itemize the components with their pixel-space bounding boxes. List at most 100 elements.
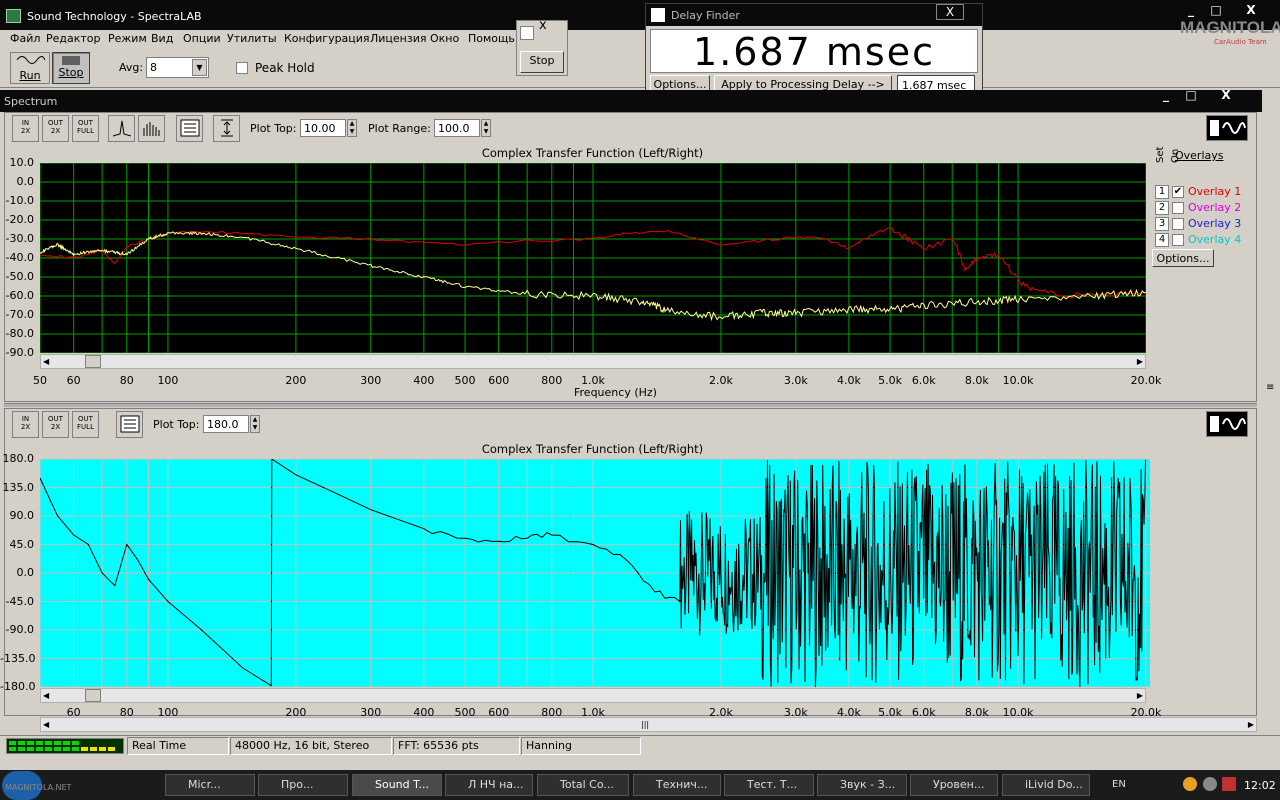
- magnitude-h-scrollbar[interactable]: ◀ ▶: [40, 354, 1146, 369]
- menu-configuration[interactable]: Конфигурация: [284, 32, 370, 45]
- avg-select[interactable]: 8 ▼: [146, 57, 209, 78]
- level-segment: [108, 747, 115, 751]
- delay-finder-window: Delay Finder X 1.687 msec Options... App…: [645, 3, 983, 98]
- spectrum-minimize[interactable]: _: [1155, 88, 1177, 103]
- maximize-button[interactable]: □: [1205, 3, 1227, 18]
- main-v-scrollbar[interactable]: ≡: [1262, 90, 1280, 730]
- overlay-checkbox[interactable]: ✔: [1172, 186, 1184, 198]
- overlay-options-button[interactable]: Options...: [1152, 249, 1214, 267]
- plot-top-input[interactable]: 10.00: [300, 119, 346, 137]
- phase-generator-icon[interactable]: [1206, 411, 1248, 437]
- plot-range-spinner[interactable]: ▲ ▼: [481, 119, 491, 137]
- x-tick-label: 60: [66, 374, 81, 387]
- generator-icon[interactable]: [1206, 115, 1248, 141]
- zoom-out-full-button[interactable]: OUT FULL: [72, 115, 99, 142]
- tray-icon-1[interactable]: [1183, 777, 1197, 791]
- main-scroll-right-icon[interactable]: ▶: [1248, 720, 1254, 729]
- scroll-right-icon[interactable]: ▶: [1137, 357, 1143, 366]
- spectrum-maximize[interactable]: □: [1180, 88, 1202, 103]
- v-scroll-grip[interactable]: ≡: [1266, 382, 1274, 393]
- taskbar-item[interactable]: Технич...: [633, 774, 721, 796]
- y-tick-label: -90.0: [5, 623, 34, 636]
- magnitude-chart[interactable]: [40, 163, 1146, 353]
- status-window: Hanning: [521, 737, 641, 755]
- bar-plot-button[interactable]: [138, 115, 165, 142]
- sine-wave-icon: [16, 56, 46, 64]
- x-tick-label: 300: [360, 374, 382, 387]
- taskbar-item[interactable]: Л НЧ на...: [445, 774, 533, 796]
- phase-scroll-right-icon[interactable]: ▶: [1137, 691, 1143, 700]
- y-tick-label: 180.0: [2, 452, 35, 465]
- level-segment: [45, 747, 52, 751]
- run-button[interactable]: Run: [10, 52, 50, 84]
- overlay-checkbox[interactable]: [1172, 234, 1184, 246]
- menu-view[interactable]: Вид: [151, 32, 173, 45]
- phase-zoom-out-button[interactable]: OUT 2X: [42, 411, 69, 438]
- overlay-set-button[interactable]: 4: [1155, 233, 1169, 247]
- zoom-full-factor: FULL: [77, 127, 94, 135]
- menu-window[interactable]: Окно: [430, 32, 459, 45]
- overlay-set-button[interactable]: 1: [1155, 185, 1169, 199]
- phase-scroll-left-icon[interactable]: ◀: [43, 691, 49, 700]
- taskbar-item[interactable]: Про...: [258, 774, 348, 796]
- overlay-checkbox[interactable]: [1172, 218, 1184, 230]
- menu-utilities[interactable]: Утилиты: [227, 32, 277, 45]
- level-segment: [36, 747, 43, 751]
- stop-button[interactable]: Stop: [52, 52, 90, 84]
- level-segment: [54, 747, 61, 751]
- autoscale-button[interactable]: [213, 115, 240, 142]
- taskbar-item[interactable]: Total Co...: [537, 774, 629, 796]
- phase-zoom-full-button[interactable]: OUT FULL: [72, 411, 99, 438]
- level-segment: [72, 741, 79, 745]
- phase-chart[interactable]: [40, 459, 1150, 687]
- peak-line-icon: [112, 120, 131, 137]
- menu-file[interactable]: Файл: [10, 32, 40, 45]
- taskbar-item[interactable]: Sound T...: [352, 774, 442, 796]
- close-button[interactable]: X: [1240, 3, 1262, 18]
- taskbar-item[interactable]: Звук - З...: [817, 774, 907, 796]
- scroll-left-icon[interactable]: ◀: [43, 357, 49, 366]
- phase-zoom-in-button[interactable]: IN 2X: [12, 411, 39, 438]
- line-plot-button[interactable]: [108, 115, 135, 142]
- stop-popup-button[interactable]: Stop: [520, 51, 564, 73]
- plot-properties-button[interactable]: [176, 115, 203, 142]
- pane-splitter[interactable]: [4, 403, 1257, 407]
- scroll-thumb[interactable]: [85, 355, 101, 368]
- taskbar-item[interactable]: iLivid Do...: [1002, 774, 1090, 796]
- level-segment: [36, 741, 43, 745]
- phase-scroll-thumb[interactable]: [85, 689, 101, 702]
- spectrum-close[interactable]: X: [1215, 88, 1237, 103]
- phase-h-scrollbar[interactable]: ◀ ▶: [40, 688, 1146, 703]
- overlay-set-button[interactable]: 2: [1155, 201, 1169, 215]
- main-h-scrollbar[interactable]: ◀ ||| ▶: [40, 717, 1257, 732]
- menu-license[interactable]: Лицензия: [370, 32, 426, 45]
- watermark-logo-sub: CarAudio Team: [1214, 38, 1267, 46]
- main-scroll-left-icon[interactable]: ◀: [43, 720, 49, 729]
- menu-options[interactable]: Опции: [183, 32, 221, 45]
- stop-popup-close[interactable]: x: [539, 18, 547, 33]
- phase-plot-top-input[interactable]: 180.0: [203, 415, 249, 433]
- language-indicator[interactable]: EN: [1112, 779, 1126, 790]
- plot-range-input[interactable]: 100.0: [434, 119, 480, 137]
- phase-plot-top-spinner[interactable]: ▲ ▼: [250, 415, 260, 433]
- menu-mode[interactable]: Режим: [108, 32, 147, 45]
- tray-icon-2[interactable]: [1203, 777, 1217, 791]
- phase-properties-button[interactable]: [116, 411, 143, 438]
- chevron-down-icon[interactable]: ▼: [192, 59, 207, 76]
- overlay-set-button[interactable]: 3: [1155, 217, 1169, 231]
- x-axis-label: Frequency (Hz): [574, 386, 657, 399]
- plot-top-spinner[interactable]: ▲ ▼: [347, 119, 357, 137]
- zoom-in-2x-button[interactable]: IN 2X: [12, 115, 39, 142]
- delay-finder-close[interactable]: X: [936, 4, 964, 20]
- zoom-out-2x-button[interactable]: OUT 2X: [42, 115, 69, 142]
- overlay-checkbox[interactable]: [1172, 202, 1184, 214]
- taskbar-item[interactable]: Micr...: [165, 774, 255, 796]
- taskbar-item[interactable]: Тест. Т...: [724, 774, 814, 796]
- peak-hold-checkbox[interactable]: [236, 62, 248, 74]
- menu-editor[interactable]: Редактор: [46, 32, 101, 45]
- tray-icon-3[interactable]: [1222, 777, 1236, 791]
- minimize-button[interactable]: _: [1180, 3, 1202, 18]
- main-scroll-grip[interactable]: |||: [641, 720, 649, 729]
- menu-help[interactable]: Помощь: [468, 32, 515, 45]
- taskbar-item[interactable]: Уровен...: [910, 774, 998, 796]
